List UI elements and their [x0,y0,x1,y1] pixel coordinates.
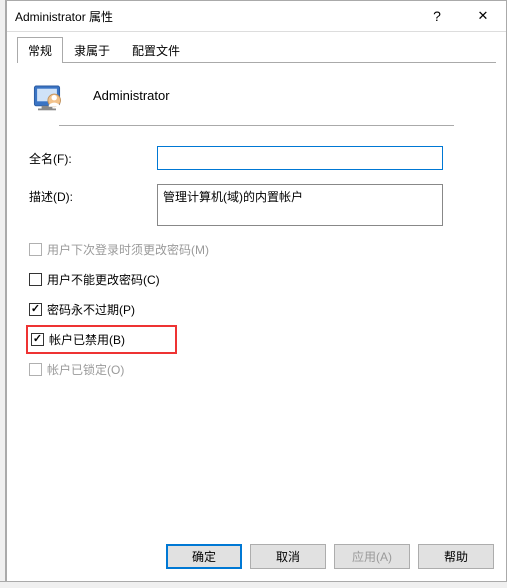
check-label: 帐户已锁定(O) [47,361,124,378]
check-never-expires[interactable]: 密码永不过期(P) [29,300,484,318]
dialog-window: Administrator 属性 ? ✕ 常规 隶属于 配置文件 Adminis… [6,0,507,588]
dialog-buttons: 确定 取消 应用(A) 帮助 [166,544,494,569]
divider [59,125,454,126]
close-button[interactable]: ✕ [460,1,506,32]
check-account-locked: 帐户已锁定(O) [29,360,484,378]
checkboxes: 用户下次登录时须更改密码(M) 用户不能更改密码(C) 密码永不过期(P) 帐户… [29,240,484,378]
check-account-disabled[interactable]: 帐户已禁用(B) [29,330,484,348]
check-cannot-change[interactable]: 用户不能更改密码(C) [29,270,484,288]
checkbox-icon [29,243,42,256]
highlight-box: 帐户已禁用(B) [26,325,177,354]
user-icon [29,77,65,113]
bottom-edge [0,581,507,588]
checkbox-icon [29,363,42,376]
user-header: Administrator [29,77,484,113]
description-input[interactable]: 管理计算机(域)的内置帐户 [157,184,443,226]
tab-general[interactable]: 常规 [17,37,63,63]
check-label: 密码永不过期(P) [47,301,135,318]
close-icon: ✕ [478,8,489,24]
description-row: 描述(D): 管理计算机(域)的内置帐户 [29,184,484,226]
check-label: 帐户已禁用(B) [49,331,125,348]
check-must-change: 用户下次登录时须更改密码(M) [29,240,484,258]
window-title: Administrator 属性 [15,8,414,25]
tab-memberof[interactable]: 隶属于 [63,37,121,63]
tab-content: Administrator 全名(F): 描述(D): 管理计算机(域)的内置帐… [7,63,506,404]
user-name: Administrator [93,88,170,103]
titlebar: Administrator 属性 ? ✕ [7,1,506,32]
ok-button[interactable]: 确定 [166,544,242,569]
cancel-button[interactable]: 取消 [250,544,326,569]
description-label: 描述(D): [29,184,157,205]
help-button[interactable]: 帮助 [418,544,494,569]
fullname-row: 全名(F): [29,146,484,170]
checkbox-icon [31,333,44,346]
checkbox-icon [29,273,42,286]
check-label: 用户下次登录时须更改密码(M) [47,241,209,258]
checkbox-icon [29,303,42,316]
fullname-label: 全名(F): [29,146,157,167]
check-label: 用户不能更改密码(C) [47,271,160,288]
tabs: 常规 隶属于 配置文件 [7,32,506,63]
fullname-input[interactable] [157,146,443,170]
tab-profile[interactable]: 配置文件 [121,37,191,63]
help-button[interactable]: ? [414,1,460,32]
apply-button[interactable]: 应用(A) [334,544,410,569]
